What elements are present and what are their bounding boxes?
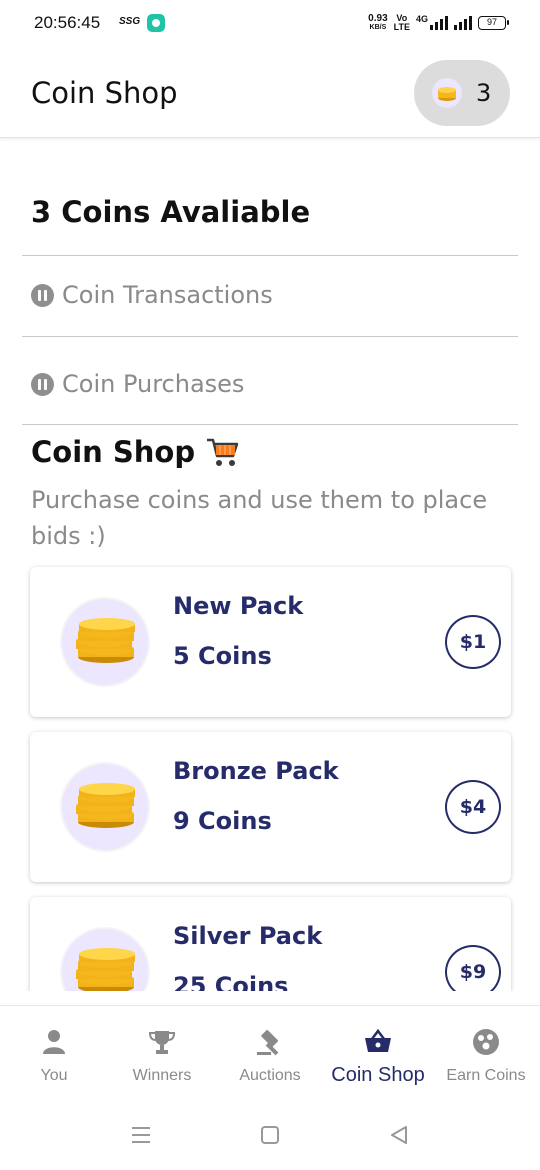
signal-strength-icon xyxy=(430,16,448,30)
status-bar: 20:56:45 SSG 0.93 KB/S Vo LTE 4G 97 xyxy=(0,0,540,48)
transfer-arrows-icon xyxy=(31,283,54,307)
nav-label: Winners xyxy=(132,1067,192,1084)
pack-name: New Pack xyxy=(173,592,304,620)
shop-subtitle: Purchase coins and use them to place bid… xyxy=(31,486,488,550)
nav-label: Auctions xyxy=(239,1067,301,1084)
coins-group-icon xyxy=(473,1029,499,1055)
net-speed-value: 0.93 xyxy=(368,13,388,24)
pack-coin-amount: 9 Coins xyxy=(173,807,272,835)
price-button[interactable]: $4 xyxy=(445,780,501,834)
gavel-icon xyxy=(257,1029,279,1056)
nav-item-auctions[interactable]: Auctions xyxy=(216,1006,324,1101)
coin-stack-icon xyxy=(60,597,150,687)
pack-card-bronze[interactable]: Bronze Pack 9 Coins $4 xyxy=(30,732,511,882)
nav-item-winners[interactable]: Winners xyxy=(108,1006,216,1101)
coin-stack-icon xyxy=(60,927,150,991)
home-square-icon[interactable] xyxy=(260,1126,280,1144)
divider xyxy=(22,336,518,337)
pack-card-silver[interactable]: Silver Pack 25 Coins $9 xyxy=(30,897,511,991)
divider xyxy=(22,255,518,256)
nav-item-you[interactable]: You xyxy=(0,1006,108,1101)
status-time: 20:56:45 xyxy=(34,13,101,32)
shopping-cart-icon xyxy=(205,436,239,468)
menu-item-label: Coin Purchases xyxy=(62,370,245,398)
divider xyxy=(22,424,518,425)
pack-coin-amount: 5 Coins xyxy=(173,642,272,670)
menu-item-coin-transactions[interactable]: Coin Transactions xyxy=(31,281,273,309)
pack-name: Bronze Pack xyxy=(173,757,339,785)
trophy-icon xyxy=(148,1031,176,1054)
coin-stack-icon xyxy=(60,762,150,852)
message-notification-icon xyxy=(147,14,165,32)
menu-item-label: Coin Transactions xyxy=(62,281,273,309)
system-nav-bar xyxy=(0,1100,540,1170)
net-speed: 0.93 KB/S xyxy=(368,14,387,32)
page-title: Coin Shop xyxy=(31,76,178,110)
person-icon xyxy=(43,1030,65,1054)
status-indicators: 0.93 KB/S Vo LTE 4G 97 xyxy=(368,12,509,34)
app-header: Coin Shop 3 xyxy=(0,48,540,138)
volte-indicator: Vo LTE xyxy=(394,14,410,32)
coin-balance-chip[interactable]: 3 xyxy=(414,60,510,126)
network-type: 4G xyxy=(415,14,428,24)
coins-available-heading: 3 Coins Avaliable xyxy=(31,195,311,229)
pack-coin-amount: 25 Coins xyxy=(173,972,289,991)
bottom-nav: You Winners Auctions Coin Shop Earn Coin… xyxy=(0,1005,540,1100)
price-button[interactable]: $9 xyxy=(445,945,501,991)
nav-item-coin-shop[interactable]: Coin Shop xyxy=(324,1006,432,1101)
carrier-tag: SSG xyxy=(119,16,141,27)
coin-stack-icon xyxy=(432,78,462,108)
main-content[interactable]: 3 Coins Avaliable Coin Transactions Coin… xyxy=(0,139,540,991)
nav-label: Coin Shop xyxy=(331,1064,425,1086)
pack-card-new[interactable]: New Pack 5 Coins $1 xyxy=(30,567,511,717)
pack-name: Silver Pack xyxy=(173,922,323,950)
transfer-arrows-icon xyxy=(31,372,54,396)
basket-icon xyxy=(365,1028,391,1052)
back-triangle-icon[interactable] xyxy=(389,1126,409,1144)
signal-strength-icon-2 xyxy=(454,16,472,30)
nav-item-earn-coins[interactable]: Earn Coins xyxy=(432,1006,540,1101)
menu-lines-icon[interactable] xyxy=(131,1126,151,1144)
shop-heading: Coin Shop xyxy=(31,435,239,469)
shop-heading-text: Coin Shop xyxy=(31,435,196,469)
nav-label: Earn Coins xyxy=(446,1067,526,1084)
menu-item-coin-purchases[interactable]: Coin Purchases xyxy=(31,370,244,398)
nav-label: You xyxy=(40,1067,68,1084)
coin-balance-count: 3 xyxy=(476,79,492,107)
volte-bottom: LTE xyxy=(393,22,410,32)
price-button[interactable]: $1 xyxy=(445,615,501,669)
battery-icon: 97 xyxy=(478,16,509,30)
net-speed-unit: KB/S xyxy=(369,24,387,31)
